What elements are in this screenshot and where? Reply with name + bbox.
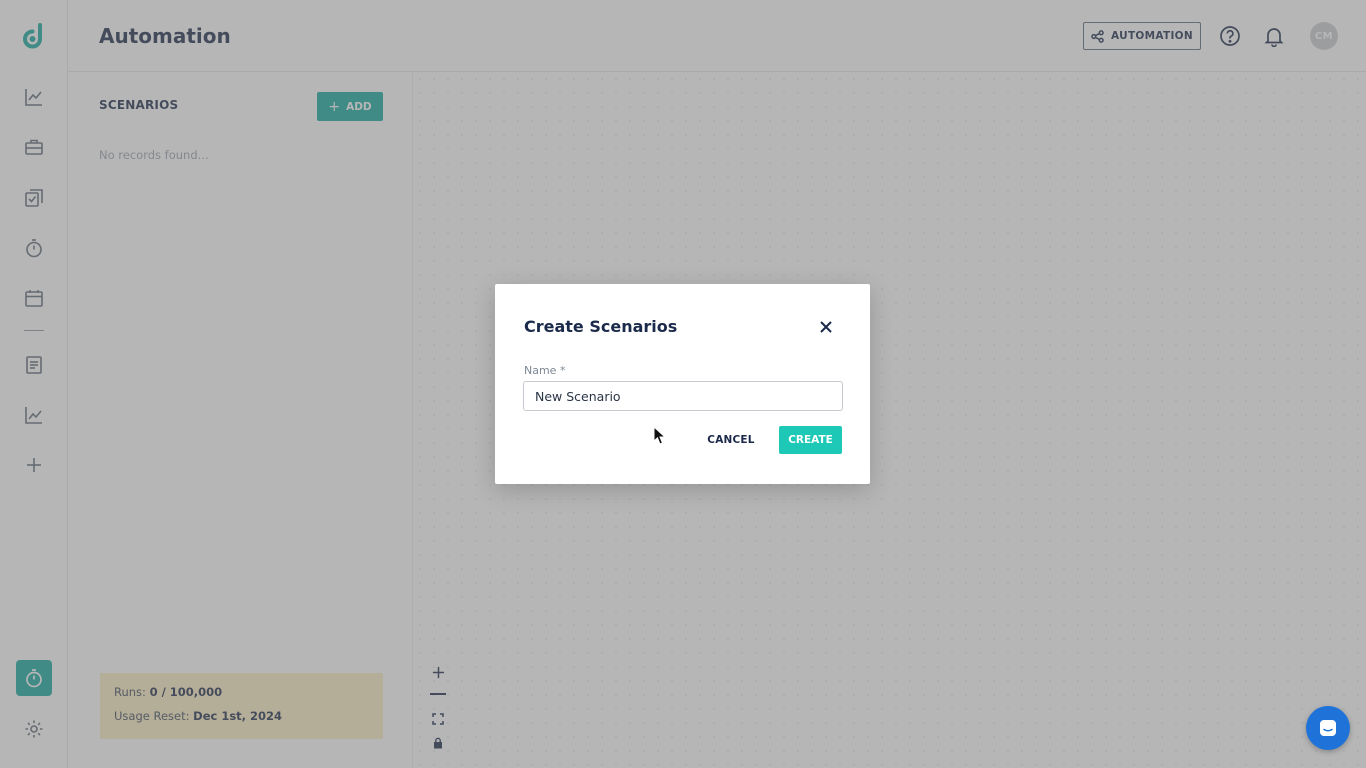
name-field-label: Name * (524, 364, 566, 377)
chat-icon (1320, 720, 1336, 736)
mouse-cursor-icon (653, 426, 667, 445)
cancel-button[interactable]: CANCEL (701, 426, 761, 454)
scenario-name-input[interactable] (523, 381, 843, 411)
create-button[interactable]: CREATE (779, 426, 842, 454)
create-scenario-dialog: Create Scenarios Name * CANCEL CREATE (495, 284, 870, 484)
dialog-title: Create Scenarios (524, 317, 678, 336)
chat-launcher-button[interactable] (1306, 706, 1350, 750)
close-icon[interactable] (817, 318, 835, 336)
